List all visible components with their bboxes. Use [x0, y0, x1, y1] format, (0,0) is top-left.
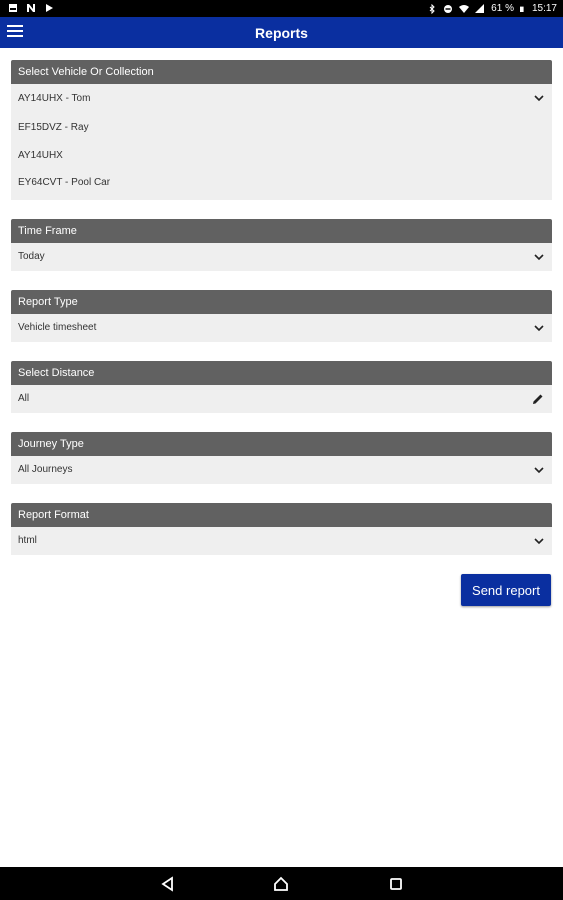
signal-icon	[475, 3, 485, 13]
journey-type-select[interactable]: All Journeys	[11, 456, 552, 484]
distance-value: All	[18, 393, 30, 404]
vehicle-option[interactable]: AY14UHX - Tom	[11, 84, 552, 114]
report-type-value: Vehicle timesheet	[18, 322, 97, 333]
journey-type-section: Journey Type All Journeys	[11, 432, 552, 484]
report-form: Select Vehicle Or Collection AY14UHX - T…	[11, 60, 552, 614]
vehicle-option-label: AY14UHX - Tom	[18, 93, 91, 104]
send-area: Send report	[11, 574, 552, 614]
battery-percent: 61 %	[491, 3, 514, 14]
vehicle-option-label: AY14UHX	[18, 150, 63, 161]
vehicle-section: Select Vehicle Or Collection AY14UHX - T…	[11, 60, 552, 200]
vehicle-header: Select Vehicle Or Collection	[11, 60, 552, 84]
pencil-edit-icon[interactable]	[532, 393, 544, 405]
page-title: Reports	[255, 25, 308, 41]
clock: 15:17	[531, 3, 557, 14]
report-format-select[interactable]: html	[11, 527, 552, 555]
chevron-down-icon[interactable]	[534, 465, 544, 475]
home-icon[interactable]	[273, 876, 289, 892]
system-nav-bar	[0, 867, 563, 900]
distance-field[interactable]: All	[11, 385, 552, 413]
bluetooth-icon	[429, 3, 435, 14]
journey-type-header: Journey Type	[11, 432, 552, 456]
time-frame-select[interactable]: Today	[11, 243, 552, 271]
report-format-header: Report Format	[11, 503, 552, 527]
vehicle-option[interactable]: AY14UHX	[11, 142, 552, 170]
time-frame-value: Today	[18, 251, 45, 262]
status-left	[8, 3, 54, 13]
gallery-icon	[9, 4, 17, 12]
send-report-button[interactable]: Send report	[461, 574, 551, 606]
chevron-down-icon[interactable]	[534, 252, 544, 262]
back-icon[interactable]	[160, 876, 176, 892]
play-store-icon	[46, 4, 53, 12]
vehicle-option[interactable]: EY64CVT - Pool Car	[11, 170, 552, 200]
distance-section: Select Distance All	[11, 361, 552, 413]
chevron-down-icon[interactable]	[534, 93, 544, 103]
do-not-disturb-icon	[444, 4, 453, 13]
notification-n-icon	[27, 4, 35, 12]
distance-header: Select Distance	[11, 361, 552, 385]
report-format-value: html	[18, 535, 37, 546]
report-type-section: Report Type Vehicle timesheet	[11, 290, 552, 342]
vehicle-option[interactable]: EF15DVZ - Ray	[11, 114, 552, 142]
app-bar: Reports	[0, 17, 563, 48]
battery-icon	[519, 6, 524, 12]
report-format-section: Report Format html	[11, 503, 552, 555]
time-frame-section: Time Frame Today	[11, 219, 552, 271]
journey-type-value: All Journeys	[18, 464, 73, 475]
report-type-select[interactable]: Vehicle timesheet	[11, 314, 552, 342]
status-right: 61 % 15:17	[427, 3, 557, 14]
vehicle-option-label: EY64CVT - Pool Car	[18, 177, 111, 188]
recents-icon[interactable]	[388, 876, 404, 892]
time-frame-header: Time Frame	[11, 219, 552, 243]
chevron-down-icon[interactable]	[534, 536, 544, 546]
report-type-header: Report Type	[11, 290, 552, 314]
chevron-down-icon[interactable]	[534, 323, 544, 333]
vehicle-option-label: EF15DVZ - Ray	[18, 122, 89, 133]
vehicle-list: AY14UHX - Tom EF15DVZ - Ray AY14UHX EY64…	[11, 84, 552, 200]
wifi-icon	[459, 4, 470, 13]
status-bar: 61 % 15:17	[0, 0, 563, 17]
